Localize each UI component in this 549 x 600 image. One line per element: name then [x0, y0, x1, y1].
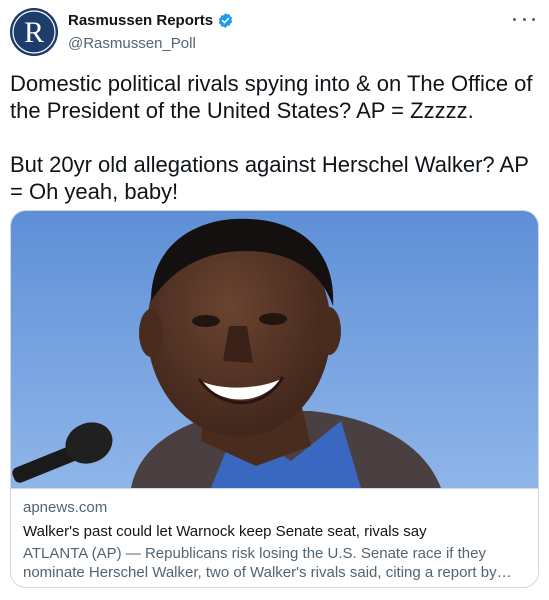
author-name-row[interactable]: Rasmussen Reports — [68, 12, 234, 29]
author-handle[interactable]: @Rasmussen_Poll — [68, 35, 196, 52]
rasmussen-logo-icon: R — [10, 8, 58, 56]
herschel-walker-photo — [11, 211, 538, 488]
author-name[interactable]: Rasmussen Reports — [68, 12, 213, 29]
tweet: R Rasmussen Reports @Rasmussen_Poll Dome… — [0, 0, 549, 600]
verified-badge-icon — [218, 13, 233, 28]
card-domain: apnews.com — [23, 499, 108, 516]
card-image[interactable] — [11, 211, 538, 488]
tweet-paragraph: But 20yr old allegations against Hersche… — [10, 152, 529, 204]
more-dot-icon — [513, 17, 516, 21]
avatar[interactable]: R — [10, 8, 58, 56]
more-options-button[interactable] — [513, 12, 535, 26]
card-info[interactable]: apnews.com Walker's past could let Warno… — [11, 488, 538, 587]
more-dot-icon — [532, 17, 535, 21]
tweet-text: Domestic political rivals spying into & … — [10, 70, 540, 205]
card-title[interactable]: Walker's past could let Warnock keep Sen… — [23, 522, 526, 542]
card-description: ATLANTA (AP) — Republicans risk losing t… — [23, 545, 497, 581]
more-dot-icon — [522, 17, 526, 21]
tweet-paragraph: Domestic political rivals spying into & … — [10, 71, 533, 123]
svg-text:R: R — [24, 16, 44, 49]
link-card[interactable]: apnews.com Walker's past could let Warno… — [10, 210, 539, 588]
